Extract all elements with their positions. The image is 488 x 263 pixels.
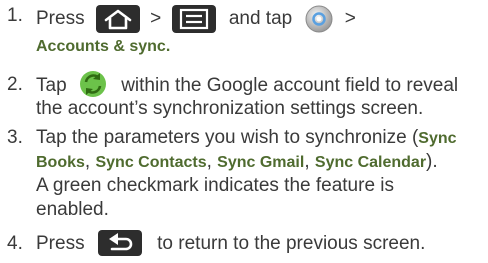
step-text: Tap within the Google account field to r… <box>36 71 484 121</box>
step-text-rest: to return to the previous screen. <box>157 233 426 255</box>
separator-chevron: > <box>150 8 162 30</box>
separator-comma: , <box>304 151 315 172</box>
step-text-and-tap: and tap <box>228 8 293 30</box>
sync-contacts-label: Sync Contacts <box>95 154 207 171</box>
accounts-sync-label: Accounts & sync. <box>36 38 171 55</box>
step-number: 2. <box>7 74 23 95</box>
separator-comma: , <box>84 151 96 172</box>
separator-comma: , <box>206 151 218 172</box>
sync-icon <box>78 69 108 99</box>
step-text: Tap the parameters you wish to synchroni… <box>36 126 484 222</box>
step-text-rest: within the Google account field to revea… <box>121 75 459 97</box>
step-text-press: Press <box>36 233 85 255</box>
step-text-line2: the account’s synchronization settings s… <box>36 98 424 119</box>
home-key-icon <box>95 5 140 33</box>
step-number: 1. <box>7 5 23 26</box>
step-text-tap: Tap <box>36 75 67 97</box>
back-key-icon <box>97 230 142 256</box>
sync-books-label-b: Books <box>36 154 85 171</box>
step-text-line3: A green checkmark indicates the feature … <box>36 175 395 196</box>
sync-calendar-label: Sync Calendar <box>314 154 427 171</box>
step-text-press: Press <box>36 8 85 30</box>
step-text: Press > and tap > Accounts & sync. <box>36 4 484 58</box>
step-number: 4. <box>7 233 23 254</box>
closing-paren: ). <box>426 151 438 172</box>
separator-chevron: > <box>344 8 356 30</box>
sync-books-label-a: Sync <box>418 130 457 147</box>
step-number: 3. <box>7 127 23 148</box>
step-text-line1: Tap the parameters you wish to synchroni… <box>36 127 419 148</box>
sync-gmail-label: Sync Gmail <box>217 154 305 171</box>
menu-key-icon <box>171 5 216 33</box>
settings-gear-icon <box>304 4 334 34</box>
step-text: Press to return to the previous screen. <box>36 230 484 256</box>
step-text-line4: enabled. <box>36 199 109 220</box>
